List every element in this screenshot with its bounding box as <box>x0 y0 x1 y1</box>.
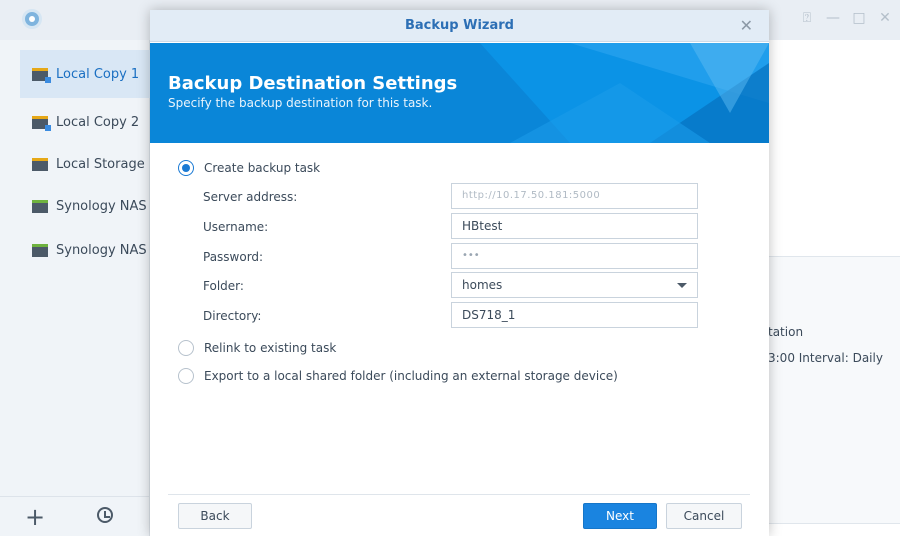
local-storage-icon <box>32 157 48 171</box>
sidebar-toolbar: + <box>0 496 150 536</box>
username-field[interactable]: HBtest <box>451 213 698 239</box>
sidebar-item-label: Synology NAS <box>56 198 147 214</box>
cancel-button[interactable]: Cancel <box>666 503 742 529</box>
window-controls: ⍰ — □ ✕ <box>800 10 892 26</box>
task-details-panel: tation 3:00 Interval: Daily <box>768 256 900 524</box>
radio-unchecked-icon[interactable] <box>178 340 194 356</box>
sidebar: Local Copy 1 Local Copy 2 Local Storage … <box>0 40 160 536</box>
server-address-field[interactable]: http://10.17.50.181:5000 <box>451 183 698 209</box>
sidebar-item-local-copy-2[interactable]: Local Copy 2 <box>20 98 150 146</box>
option-label: Export to a local shared folder (includi… <box>204 369 618 383</box>
destination-form: Create backup task Server address: http:… <box>150 143 769 493</box>
next-button[interactable]: Next <box>583 503 657 529</box>
backup-wizard-dialog: Backup Wizard ✕ Backup Destination Setti… <box>150 10 769 536</box>
synology-nas-icon <box>32 243 48 257</box>
close-icon[interactable]: ✕ <box>878 10 892 26</box>
close-icon[interactable]: ✕ <box>740 10 753 42</box>
directory-field[interactable]: DS718_1 <box>451 302 698 328</box>
dialog-title: Backup Wizard <box>150 10 769 42</box>
folder-select[interactable]: homes <box>451 272 698 298</box>
password-field[interactable]: ••• <box>451 243 698 269</box>
banner-title: Backup Destination Settings <box>168 73 458 94</box>
sidebar-item-label: Local Storage 1 <box>56 156 150 172</box>
sidebar-item-synology-nas-2[interactable]: Synology NAS <box>20 226 150 274</box>
task-schedule-text: 3:00 Interval: Daily <box>768 351 883 365</box>
banner-subtitle: Specify the backup destination for this … <box>168 96 433 110</box>
wizard-banner: Backup Destination Settings Specify the … <box>150 43 769 143</box>
app-logo-icon <box>22 9 42 29</box>
back-button[interactable]: Back <box>178 503 252 529</box>
option-label: Create backup task <box>204 161 321 175</box>
sidebar-item-label: Local Copy 1 <box>56 66 140 82</box>
pin-icon[interactable]: ⍰ <box>800 10 814 26</box>
footer-divider <box>168 494 750 495</box>
task-detail-text: tation <box>768 325 804 339</box>
password-label: Password: <box>203 250 264 264</box>
maximize-icon[interactable]: □ <box>852 10 866 26</box>
folder-select-value: homes <box>462 278 503 292</box>
option-create-backup-task[interactable]: Create backup task <box>178 160 320 176</box>
radio-unchecked-icon[interactable] <box>178 368 194 384</box>
username-label: Username: <box>203 220 269 234</box>
history-icon <box>97 507 113 523</box>
sidebar-item-local-copy-1[interactable]: Local Copy 1 <box>20 50 160 98</box>
directory-label: Directory: <box>203 309 262 323</box>
sidebar-item-label: Synology NAS <box>56 242 147 258</box>
chevron-down-icon[interactable] <box>677 283 687 288</box>
option-export-local-shared-folder[interactable]: Export to a local shared folder (includi… <box>178 368 618 384</box>
local-copy-icon <box>32 67 51 83</box>
sidebar-item-local-storage-1[interactable]: Local Storage 1 <box>20 140 150 188</box>
server-address-label: Server address: <box>203 190 298 204</box>
add-task-button[interactable]: + <box>0 505 70 529</box>
folder-label: Folder: <box>203 279 244 293</box>
minimize-icon[interactable]: — <box>826 10 840 26</box>
option-relink-existing-task[interactable]: Relink to existing task <box>178 340 336 356</box>
local-copy-icon <box>32 115 51 131</box>
sidebar-item-synology-nas-1[interactable]: Synology NAS <box>20 182 150 230</box>
restore-history-button[interactable] <box>70 507 140 526</box>
option-label: Relink to existing task <box>204 341 337 355</box>
sidebar-item-label: Local Copy 2 <box>56 114 140 130</box>
synology-nas-icon <box>32 199 48 213</box>
radio-checked-icon[interactable] <box>178 160 194 176</box>
